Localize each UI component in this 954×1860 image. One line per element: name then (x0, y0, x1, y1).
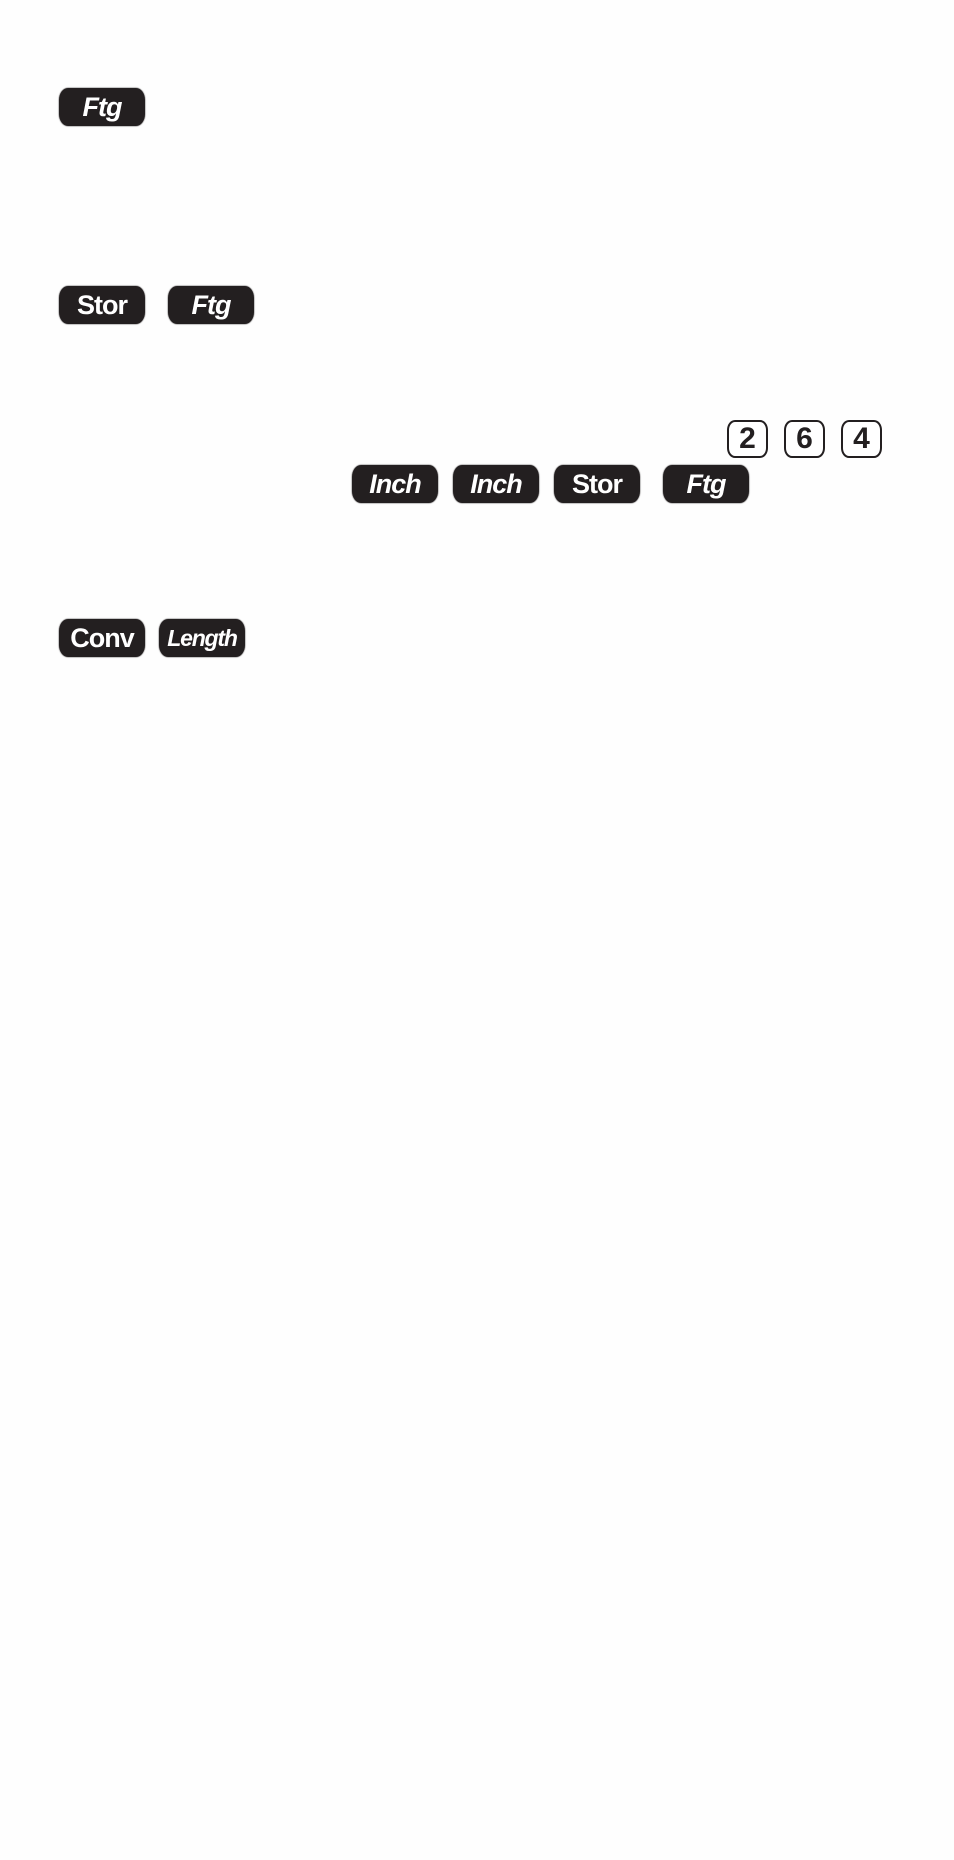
number-key-4[interactable]: 4 (841, 420, 882, 458)
keystroke-sequence-2: Stor Ftg (59, 286, 254, 324)
keystroke-sequence-4: Conv Length (59, 619, 245, 657)
ftg-key[interactable]: Ftg (59, 88, 145, 126)
ftg-key[interactable]: Ftg (168, 286, 254, 324)
stor-key[interactable]: Stor (59, 286, 145, 324)
length-key[interactable]: Length (159, 619, 245, 657)
keystroke-sequence-1: Ftg (59, 88, 145, 126)
conv-key[interactable]: Conv (59, 619, 145, 657)
keystroke-sequence-3: Inch Inch Stor Ftg (352, 465, 764, 503)
ftg-key[interactable]: Ftg (663, 465, 749, 503)
inch-key[interactable]: Inch (352, 465, 438, 503)
number-key-6[interactable]: 6 (784, 420, 825, 458)
stor-key[interactable]: Stor (554, 465, 640, 503)
keystroke-sequence-3-numbers: 2 6 4 (727, 420, 882, 458)
inch-key[interactable]: Inch (453, 465, 539, 503)
number-key-2[interactable]: 2 (727, 420, 768, 458)
